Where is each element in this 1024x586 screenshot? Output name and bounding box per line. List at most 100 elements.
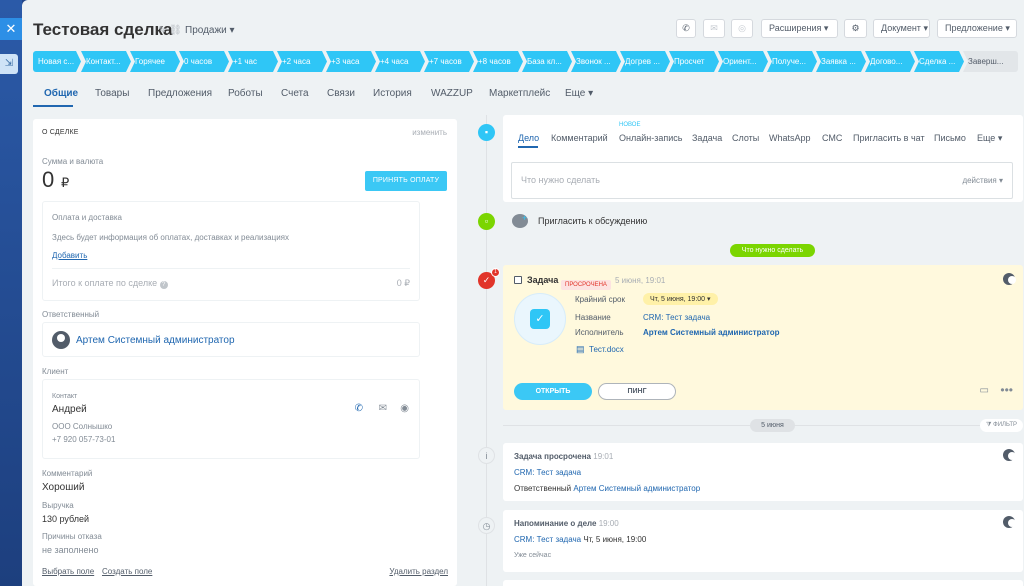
comment-value: Хороший bbox=[42, 482, 85, 493]
overdue-badge: ПРОСРОЧЕНА bbox=[561, 280, 611, 290]
reminder-task-link[interactable]: CRM: Тест задача bbox=[514, 535, 581, 544]
editor-tab-whatsapp[interactable]: WhatsApp bbox=[769, 133, 811, 143]
change-link[interactable]: изменить bbox=[412, 128, 447, 137]
add-payment-link[interactable]: Добавить bbox=[52, 251, 87, 260]
tab-proposals[interactable]: Предложения bbox=[148, 88, 212, 99]
reminder-note: Уже сейчас bbox=[514, 552, 552, 559]
stage-item[interactable]: Заверш... bbox=[963, 51, 1018, 72]
todo-input[interactable]: Что нужно сделать действия ▾ bbox=[511, 162, 1013, 199]
plus-icon: + bbox=[522, 213, 528, 223]
executor-link[interactable]: Артем Системный администратор bbox=[643, 328, 780, 337]
stage-item[interactable]: Ориент... bbox=[718, 51, 768, 72]
deadline-label: Крайний срок bbox=[575, 295, 626, 304]
editor-tab-slots[interactable]: Слоты bbox=[732, 133, 759, 143]
tab-history[interactable]: История bbox=[373, 88, 412, 99]
stage-item[interactable]: База кл... bbox=[522, 51, 572, 72]
activity-editor: Дело Комментарий НОВОЕ Онлайн-запись Зад… bbox=[503, 115, 1023, 202]
more-icon[interactable]: ••• bbox=[1000, 383, 1013, 397]
invite-row[interactable]: + Пригласить к обсуждению bbox=[503, 206, 1023, 237]
stage-item[interactable]: Новая с... bbox=[33, 51, 81, 72]
editor-tab-letter[interactable]: Письмо bbox=[934, 133, 966, 143]
sum-label: Сумма и валюта bbox=[42, 157, 104, 166]
stage-item[interactable]: +8 часов bbox=[473, 51, 523, 72]
stage-item[interactable]: 0 часов bbox=[179, 51, 229, 72]
chat-icon[interactable]: ◎ bbox=[731, 19, 753, 38]
stage-item[interactable]: Догово... bbox=[865, 51, 915, 72]
stage-item[interactable]: Горячее bbox=[130, 51, 180, 72]
collapse-icon[interactable]: ⇲ bbox=[0, 54, 18, 74]
tab-marketplace[interactable]: Маркетплейс bbox=[489, 88, 550, 99]
tab-robots[interactable]: Роботы bbox=[228, 88, 263, 99]
ping-button[interactable]: ПИНГ bbox=[598, 383, 676, 400]
deadline-value[interactable]: Чт, 5 июня, 19:00 ▾ bbox=[643, 293, 718, 305]
stage-item[interactable]: +7 часов bbox=[424, 51, 474, 72]
help-icon[interactable]: ? bbox=[159, 281, 168, 289]
reminder-title-text: Напоминание о деле bbox=[514, 519, 597, 528]
mail-icon[interactable]: ✉ bbox=[703, 19, 725, 38]
payment-text: Здесь будет информация об оплатах, доста… bbox=[52, 233, 289, 242]
stage-item[interactable]: Получе... bbox=[767, 51, 817, 72]
stage-item[interactable]: Сделка ... bbox=[914, 51, 964, 72]
phone-number[interactable]: +7 920 057-73-01 bbox=[52, 435, 115, 444]
document-label: Документ bbox=[881, 23, 921, 33]
create-field-link[interactable]: Создать поле bbox=[102, 567, 152, 576]
editor-tab-underline bbox=[518, 146, 538, 148]
history-responsible: Ответственный Артем Системный администра… bbox=[514, 484, 700, 493]
settings-icon[interactable]: ⚙ bbox=[844, 19, 867, 38]
editor-tab-sms[interactable]: СМС bbox=[822, 133, 842, 143]
close-icon[interactable]: ✕ bbox=[0, 18, 22, 40]
tab-products[interactable]: Товары bbox=[95, 88, 129, 99]
edit-icon[interactable]: ✎ ⛓ bbox=[158, 25, 182, 36]
history-task-link[interactable]: CRM: Тест задача bbox=[514, 468, 581, 477]
proposal-button[interactable]: Предложение ▾ bbox=[937, 19, 1017, 38]
editor-tab-comment[interactable]: Комментарий bbox=[551, 133, 608, 143]
editor-tab-deal[interactable]: Дело bbox=[518, 133, 539, 143]
mail-icon[interactable]: ✉ bbox=[379, 403, 387, 414]
filter-button[interactable]: ⧩ ФИЛЬТР bbox=[980, 419, 1023, 432]
tab-wazzup[interactable]: WAZZUP bbox=[431, 88, 473, 99]
chat-icon[interactable]: ◉ bbox=[400, 403, 409, 414]
stage-item[interactable]: Догрев ... bbox=[620, 51, 670, 72]
history-responsible-link[interactable]: Артем Системный администратор bbox=[573, 484, 700, 493]
history-title-text: Задача просрочена bbox=[514, 452, 592, 461]
responsible-label: Ответственный bbox=[42, 310, 100, 319]
call-icon[interactable]: ✆ bbox=[676, 19, 696, 38]
task-owner-avatar-icon bbox=[1003, 273, 1016, 285]
stage-item[interactable]: +1 час bbox=[228, 51, 278, 72]
contact-name[interactable]: Андрей bbox=[52, 404, 87, 415]
funnel-selector[interactable]: Продажи ▾ bbox=[185, 25, 235, 36]
history-avatar-icon bbox=[1003, 449, 1016, 461]
extensions-button[interactable]: Расширения ▾ bbox=[761, 19, 838, 38]
payment-title: Оплата и доставка bbox=[52, 213, 122, 222]
open-task-button[interactable]: ОТКРЫТЬ bbox=[514, 383, 592, 400]
loss-reason-value: не заполнено bbox=[42, 545, 99, 555]
tab-invoices[interactable]: Счета bbox=[281, 88, 309, 99]
call-icon[interactable]: ✆ bbox=[355, 403, 363, 414]
editor-tab-task[interactable]: Задача bbox=[692, 133, 722, 143]
stage-item[interactable]: +4 часа bbox=[375, 51, 425, 72]
background-strip bbox=[0, 0, 22, 586]
tab-links[interactable]: Связи bbox=[327, 88, 355, 99]
note-icon[interactable]: ▭ bbox=[980, 385, 989, 396]
editor-tab-more[interactable]: Еще ▾ bbox=[977, 133, 1002, 144]
stage-item[interactable]: Просчет bbox=[669, 51, 719, 72]
actions-dropdown[interactable]: действия ▾ bbox=[962, 176, 1003, 185]
stage-item[interactable]: +2 часа bbox=[277, 51, 327, 72]
editor-tab-invite-chat[interactable]: Пригласить в чат bbox=[853, 133, 925, 143]
tab-general[interactable]: Общие bbox=[44, 88, 78, 99]
responsible-name[interactable]: Артем Системный администратор bbox=[76, 335, 235, 346]
delete-section-link[interactable]: Удалить раздел bbox=[389, 567, 448, 576]
accept-payment-button[interactable]: ПРИНЯТЬ ОПЛАТУ bbox=[365, 171, 447, 191]
task-checkbox[interactable] bbox=[514, 276, 522, 284]
stage-item[interactable]: Контакт... bbox=[81, 51, 131, 72]
tab-more[interactable]: Еще ▾ bbox=[565, 88, 593, 99]
stage-item[interactable]: Заявка ... bbox=[816, 51, 866, 72]
editor-tab-booking[interactable]: Онлайн-запись bbox=[619, 133, 682, 143]
file-link[interactable]: Тест.docx bbox=[589, 345, 624, 354]
choose-field-link[interactable]: Выбрать поле bbox=[42, 567, 94, 576]
stage-item[interactable]: Звонок ... bbox=[571, 51, 621, 72]
task-title: Задача bbox=[527, 275, 559, 285]
task-name-link[interactable]: CRM: Тест задача bbox=[643, 313, 710, 322]
stage-item[interactable]: +3 часа bbox=[326, 51, 376, 72]
document-button[interactable]: Документ ▾ bbox=[873, 19, 930, 38]
